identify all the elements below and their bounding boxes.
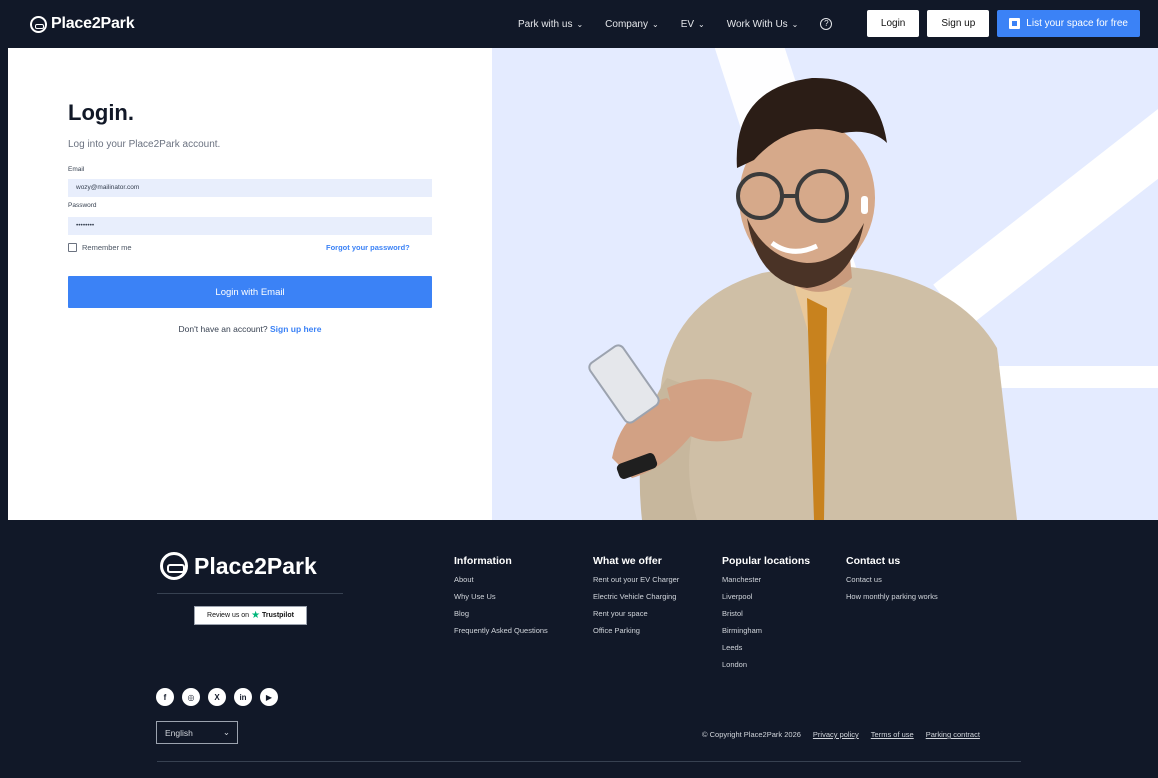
person-with-phone-illustration [588,77,1017,520]
logo[interactable]: Place2Park [30,15,135,33]
footer-link[interactable]: Leeds [722,643,810,652]
chevron-down-icon: ⌄ [651,19,659,29]
email-label: Email [68,166,85,173]
footer-link[interactable]: Manchester [722,575,810,584]
x-twitter-icon[interactable]: X [208,688,226,706]
footer-link[interactable]: Frequently Asked Questions [454,626,548,635]
signup-button[interactable]: Sign up [927,10,990,37]
language-value: English [165,727,193,738]
login-with-email-button[interactable]: Login with Email [68,276,432,308]
no-account-text: Don't have an account? [178,324,268,334]
top-nav: Place2Park Park with us ⌄ Company ⌄ EV ⌄ Wo… [0,0,1158,48]
hero-image [492,48,1158,520]
nav-park-with-us[interactable]: Park with us ⌄ [518,19,583,30]
nav-ev[interactable]: EV ⌄ [681,19,705,30]
footer: Place2Park Review us on ★ Trustpilot Inf… [0,520,1158,778]
footer-link[interactable]: Office Parking [593,626,679,635]
login-subtitle: Log into your Place2Park account. [68,139,221,150]
email-field[interactable]: wozy@mailinator.com [68,179,432,197]
login-panel: Login. Log into your Place2Park account.… [8,48,492,520]
footer-link[interactable]: Why Use Us [454,592,548,601]
footer-link[interactable]: Blog [454,609,548,618]
privacy-policy-link[interactable]: Privacy policy [813,730,859,739]
social-links: f ◎ X in ▶ [156,688,278,706]
footer-link[interactable]: Bristol [722,609,810,618]
footer-bottom-divider [157,761,1021,762]
signup-row: Don't have an account? Sign up here [68,324,432,334]
facebook-icon[interactable]: f [156,688,174,706]
copyright-text: © Copyright Place2Park 2026 [702,730,801,739]
nav-company[interactable]: Company ⌄ [605,19,659,30]
copyright-row: © Copyright Place2Park 2026 Privacy poli… [702,730,980,739]
password-label: Password [68,202,97,209]
footer-link[interactable]: How monthly parking works [846,592,938,601]
footer-logo-text: Place2Park [194,552,317,579]
chevron-down-icon: ⌄ [698,19,705,29]
footer-link[interactable]: Rent your space [593,609,679,618]
nav-links: Park with us ⌄ Company ⌄ EV ⌄ Work With Us ⌄… [518,0,833,48]
chevron-down-icon: ⌄ [791,19,799,29]
forgot-password-link[interactable]: Forgot your password? [326,243,410,252]
login-button[interactable]: Login [866,10,920,37]
page-title: Login. [68,100,134,125]
linkedin-icon[interactable]: in [234,688,252,706]
nav-buttons: Login Sign up List your space for free [866,10,1140,37]
footer-link[interactable]: Contact us [846,575,938,584]
terms-of-use-link[interactable]: Terms of use [871,730,914,739]
language-select[interactable]: English ⌄ [156,721,238,744]
footer-link[interactable]: Birmingham [722,626,810,635]
instagram-icon[interactable]: ◎ [182,688,200,706]
password-field[interactable]: •••••••• [68,217,432,235]
logo-icon [30,15,47,33]
footer-col-locations: Popular locations Manchester Liverpool B… [722,555,811,669]
help-icon[interactable]: ? [820,18,833,30]
footer-link[interactable]: About [454,575,548,584]
footer-col-information: Information About Why Use Us Blog Freque… [454,555,548,635]
footer-col-contact: Contact us Contact us How monthly parkin… [846,555,938,601]
footer-divider [157,593,343,594]
footer-logo[interactable]: Place2Park [160,552,317,580]
list-space-icon [1009,18,1021,29]
chevron-down-icon: ⌄ [576,19,584,29]
footer-link[interactable]: London [722,660,810,669]
signup-here-link[interactable]: Sign up here [270,324,321,334]
nav-work-with-us[interactable]: Work With Us ⌄ [727,19,799,30]
youtube-icon[interactable]: ▶ [260,688,278,706]
trustpilot-star-icon: ★ [251,610,261,621]
remember-label: Remember me [82,243,132,252]
footer-link[interactable]: Electric Vehicle Charging [593,592,679,601]
list-space-button[interactable]: List your space for free [997,10,1140,37]
footer-link[interactable]: Rent out your EV Charger [593,575,679,584]
logo-text: Place2Park [51,15,135,32]
trustpilot-badge[interactable]: Review us on ★ Trustpilot [194,606,307,625]
footer-col-offer: What we offer Rent out your EV Charger E… [593,555,680,635]
logo-icon [160,552,188,580]
footer-link[interactable]: Liverpool [722,592,810,601]
remember-me[interactable]: Remember me [68,243,132,252]
chevron-down-icon: ⌄ [222,727,230,737]
remember-checkbox[interactable] [68,243,77,252]
parking-contract-link[interactable]: Parking contract [926,730,980,739]
